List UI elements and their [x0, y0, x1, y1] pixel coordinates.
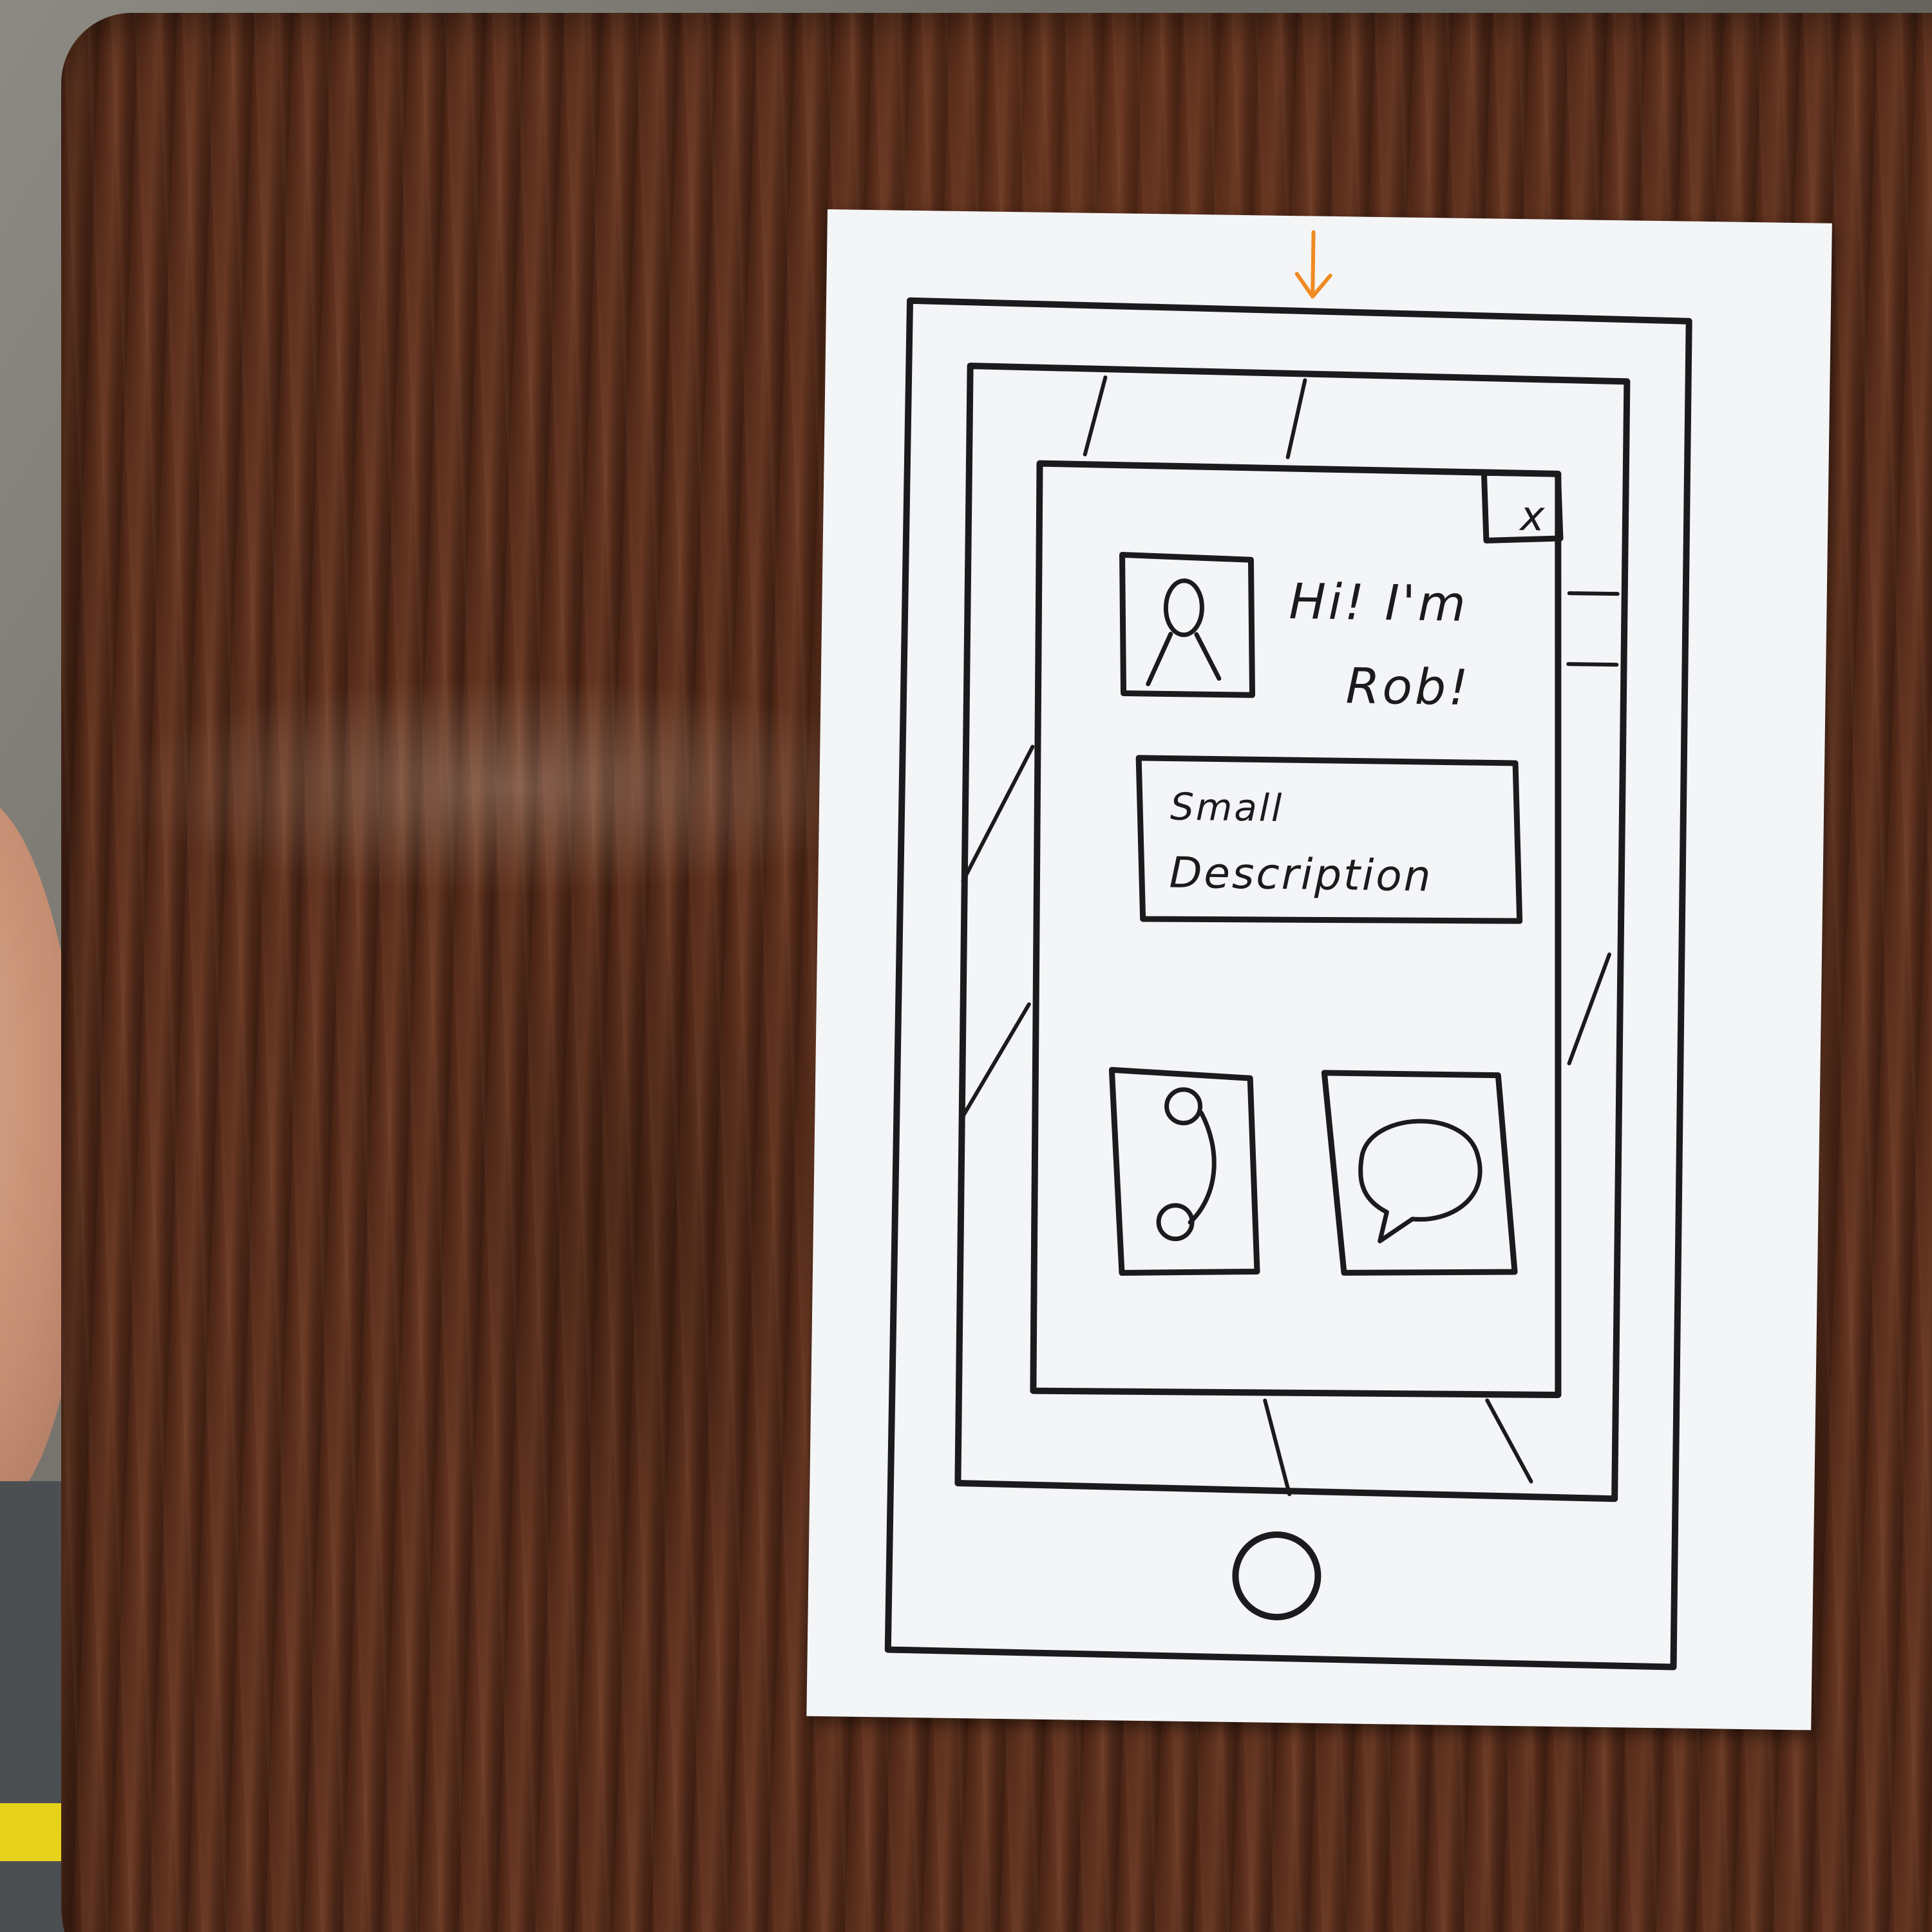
- close-glyph: x: [1519, 493, 1546, 541]
- greeting-line-1: Hi! I'm: [1289, 573, 1468, 632]
- phone-icon: [1156, 1087, 1217, 1242]
- description-line-1: Small: [1170, 785, 1284, 830]
- profile-avatar-icon: [1163, 578, 1204, 638]
- phone-sketch: x Hi! I'm Rob! Small Description: [884, 230, 1692, 1671]
- phone-outline: [884, 297, 1692, 1671]
- map-line: [961, 744, 1035, 884]
- avatar-body-lines: [1146, 632, 1222, 687]
- description-line-2: Description: [1169, 848, 1433, 902]
- chat-bubble-icon: [1358, 1119, 1482, 1244]
- profile-avatar-frame: [1119, 551, 1256, 698]
- map-line: [1566, 662, 1619, 667]
- home-button-icon[interactable]: [1232, 1531, 1321, 1620]
- map-line: [1285, 378, 1307, 460]
- down-arrow-icon: [1294, 230, 1332, 299]
- map-line: [1083, 375, 1108, 457]
- paper-prototype-sheet: x Hi! I'm Rob! Small Description: [806, 209, 1832, 1730]
- map-line: [961, 1002, 1031, 1119]
- map-line: [1485, 1398, 1533, 1484]
- map-line: [1263, 1398, 1292, 1497]
- call-button[interactable]: [1108, 1066, 1260, 1276]
- message-button[interactable]: [1321, 1070, 1518, 1276]
- map-line: [1567, 591, 1620, 596]
- map-line: [1567, 952, 1611, 1066]
- photo-scene: x Hi! I'm Rob! Small Description: [0, 0, 1932, 1932]
- greeting-line-2: Rob!: [1345, 657, 1471, 716]
